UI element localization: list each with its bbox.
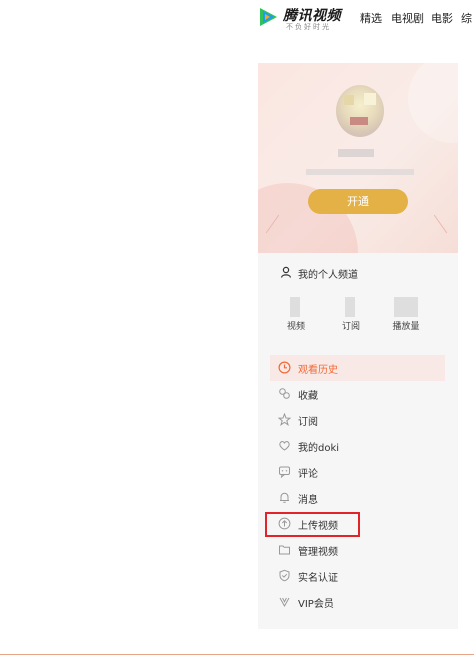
- user-icon: [280, 266, 292, 278]
- nav-item-movies[interactable]: 电影: [431, 10, 453, 26]
- stat-plays[interactable]: 播放量: [381, 297, 431, 333]
- tencent-video-logo[interactable]: 腾讯视频 不负好时光: [257, 5, 347, 31]
- play-logo-icon: [260, 8, 277, 26]
- avatar-pixel: [364, 93, 376, 105]
- channel-label: 我的个人频道: [298, 270, 358, 281]
- menu-label: 评论: [298, 469, 318, 480]
- nav-item-featured[interactable]: 精选: [360, 10, 382, 26]
- bell-icon: [280, 492, 289, 503]
- menu-item-messages[interactable]: 消息: [270, 485, 445, 511]
- upload-video-highlight-box: [265, 512, 360, 537]
- nav-item-variety[interactable]: 综: [461, 10, 472, 26]
- user-dropdown-panel: 开通 我的个人频道 视频 订阅 播放量 观看历史 收藏 订阅 我的doki 评论…: [258, 63, 458, 629]
- menu-label: 订阅: [298, 417, 318, 428]
- clock-icon: [278, 361, 291, 374]
- username-blurred: [338, 149, 374, 157]
- heart-icon: [279, 441, 290, 451]
- stat-value-blurred: [290, 297, 300, 317]
- stat-value-blurred: [345, 297, 355, 317]
- favorites-icon: [279, 388, 290, 399]
- folder-icon: [279, 545, 290, 555]
- open-vip-button[interactable]: 开通: [308, 189, 408, 214]
- menu-label: 管理视频: [298, 547, 338, 558]
- decorative-circle: [408, 63, 458, 143]
- stat-subscriptions[interactable]: 订阅: [326, 297, 376, 333]
- stat-videos[interactable]: 视频: [271, 297, 321, 333]
- stat-label: 播放量: [392, 322, 420, 332]
- menu-label: 收藏: [298, 391, 318, 402]
- menu-label: 实名认证: [298, 573, 338, 584]
- avatar-pixel: [350, 117, 368, 125]
- menu-item-real-name-verification[interactable]: 实名认证: [270, 563, 445, 589]
- channel-stats: 视频 订阅 播放量: [258, 297, 458, 333]
- menu-item-comments[interactable]: 评论: [270, 459, 445, 485]
- menu-label: 观看历史: [298, 365, 338, 376]
- stat-value-blurred: [394, 297, 418, 317]
- bottom-divider: [0, 654, 474, 655]
- menu-label: 消息: [298, 495, 318, 506]
- vip-status-blurred: [306, 169, 414, 175]
- menu-item-subscriptions[interactable]: 订阅: [270, 407, 445, 433]
- stat-label: 订阅: [341, 322, 360, 332]
- avatar[interactable]: [336, 85, 384, 137]
- stat-label: 视频: [286, 322, 305, 332]
- menu-item-vip-membership[interactable]: VIP会员: [270, 589, 445, 615]
- shield-check-icon: [279, 569, 290, 582]
- menu-label: VIP会员: [298, 599, 334, 610]
- menu-item-favorites[interactable]: 收藏: [270, 381, 445, 407]
- profile-card: 开通: [258, 63, 458, 253]
- menu-label: 我的doki: [298, 443, 340, 454]
- menu-item-watch-history[interactable]: 观看历史: [270, 355, 445, 381]
- comment-icon: [279, 466, 290, 478]
- vip-icon: [279, 597, 290, 608]
- decorative-line: [433, 214, 448, 234]
- star-icon: [278, 413, 291, 426]
- menu-item-my-doki[interactable]: 我的doki: [270, 433, 445, 459]
- brand-slogan: 不负好时光: [286, 23, 331, 31]
- avatar-pixel: [344, 95, 354, 105]
- nav-item-tv-series[interactable]: 电视剧: [391, 10, 424, 26]
- menu-item-manage-videos[interactable]: 管理视频: [270, 537, 445, 563]
